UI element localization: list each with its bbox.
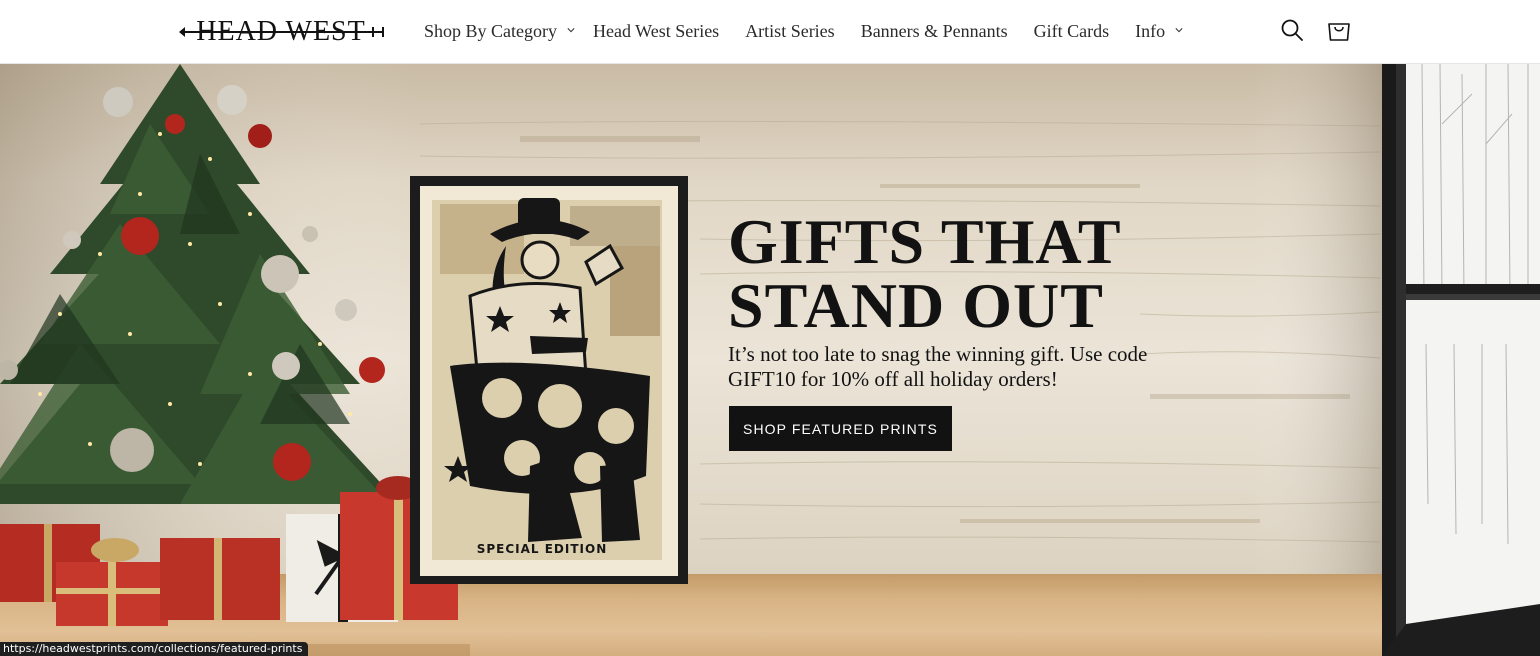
nav-item-info[interactable]: Info (1135, 21, 1183, 42)
shop-featured-prints-button[interactable]: SHOP FEATURED PRINTS (729, 406, 952, 451)
site-header: HEAD WEST Shop By Category Head West Ser… (0, 0, 1540, 64)
main-nav: Shop By Category Head West Series Artist… (424, 0, 1183, 62)
nav-item-label: Banners & Pennants (860, 20, 1008, 41)
hero-title: GIFTS THAT STAND OUT (728, 206, 1122, 341)
nav-item-label: Head West Series (593, 20, 720, 41)
framed-poster-image (410, 176, 688, 584)
nav-item-label: Shop By Category (424, 20, 557, 41)
chevron-down-icon (567, 28, 575, 33)
logo-link[interactable]: HEAD WEST (179, 14, 384, 50)
nav-item-shop-by-category[interactable]: Shop By Category (424, 21, 575, 42)
hero-description: It’s not too late to snag the winning gi… (728, 342, 1148, 391)
window-decoration (1382, 64, 1540, 656)
status-bar-url: https://headwestprints.com/collections/f… (0, 642, 309, 656)
nav-item-label: Artist Series (745, 20, 835, 41)
logo-strike-line (194, 31, 372, 33)
poster-caption: SPECIAL EDITION (476, 542, 608, 556)
nav-item-gift-cards[interactable]: Gift Cards (1034, 21, 1110, 42)
nav-item-banners-pennants[interactable]: Banners & Pennants (861, 21, 1008, 42)
nav-item-label: Gift Cards (1033, 20, 1110, 41)
search-icon[interactable] (1279, 17, 1305, 43)
hero-banner: SPECIAL EDITION GIFTS THAT STAND OUT It’… (0, 64, 1540, 656)
nav-item-head-west-series[interactable]: Head West Series (593, 21, 719, 42)
nav-item-artist-series[interactable]: Artist Series (745, 21, 835, 42)
cart-icon[interactable] (1326, 17, 1352, 43)
chevron-down-icon (1175, 28, 1183, 33)
gift-boxes-image (0, 476, 470, 656)
nav-item-label: Info (1135, 20, 1166, 41)
logo-fletching-decoration (368, 27, 384, 37)
